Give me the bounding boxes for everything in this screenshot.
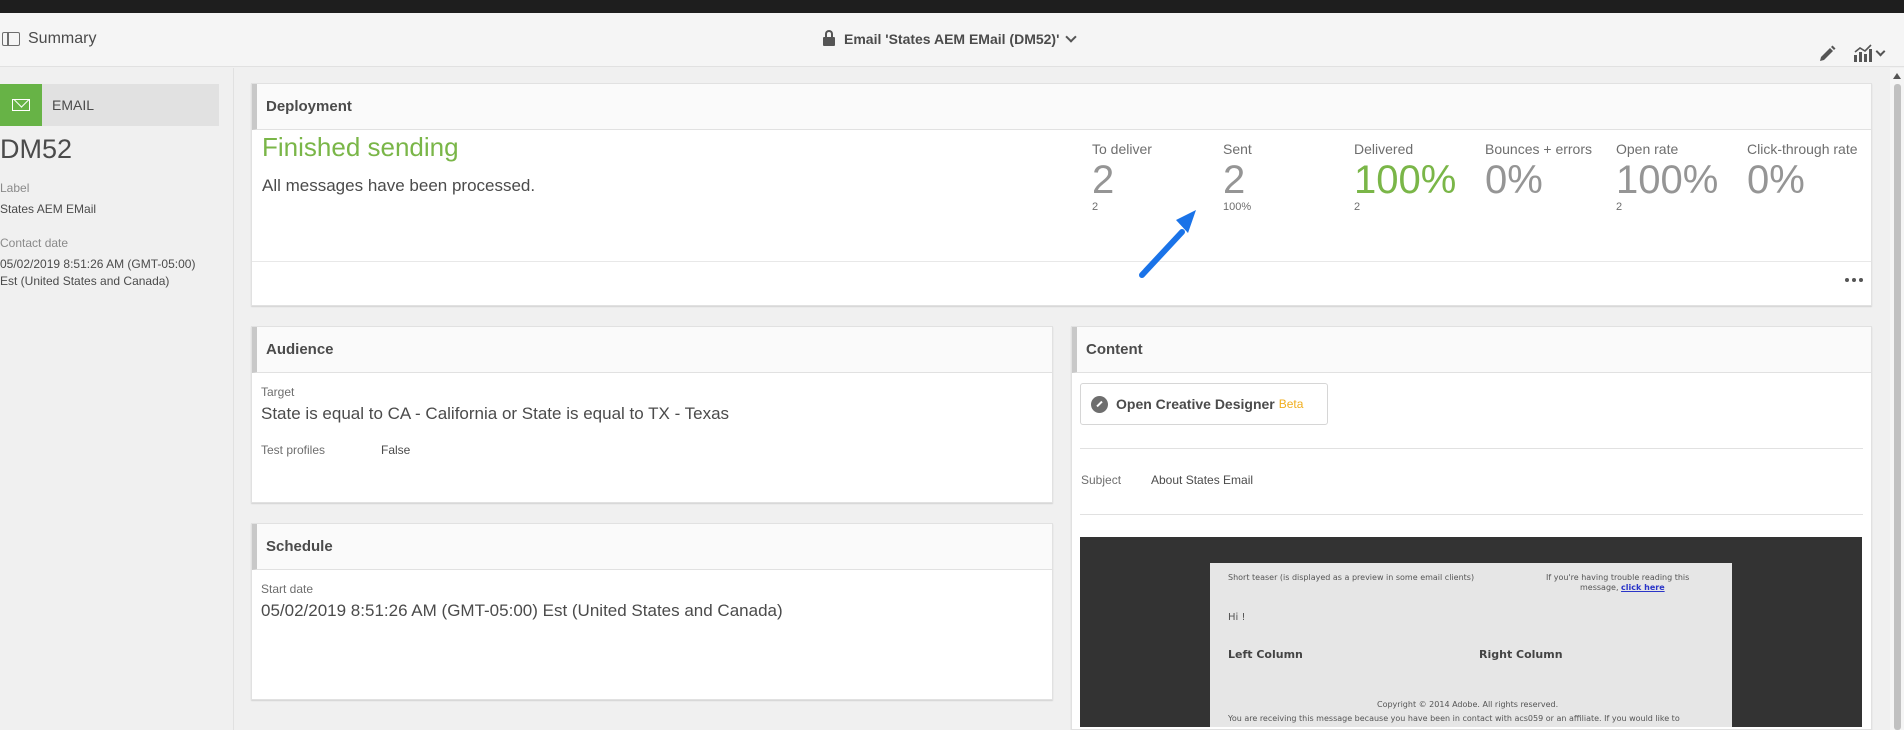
label-caption: Label [0,181,30,195]
preview-left-column: Left Column [1228,648,1303,661]
content-card: Content Open Creative Designer Beta Subj… [1071,326,1872,730]
deployment-status: Finished sending [262,132,459,162]
scroll-up-arrow[interactable] [1893,73,1901,79]
start-date-value: 05/02/2019 8:51:26 AM (GMT-05:00) Est (U… [261,601,783,620]
chevron-down-icon [1065,30,1078,43]
metric-click-through-rate: Click-through rate 0% [1747,141,1872,201]
divider [1080,448,1863,449]
preview-trouble-line-2: message, click here [1580,583,1665,593]
metric-sub: 2 [1616,201,1623,213]
lock-icon [822,30,836,47]
sidebar-panel-icon [2,32,20,46]
audience-title: Audience [252,327,1052,373]
page-title-dropdown[interactable]: Email 'States AEM EMail (DM52)' [822,30,1078,47]
deployment-title: Deployment [252,84,1871,130]
email-preview-page: Short teaser (is displayed as a preview … [1210,563,1732,727]
summary-sidebar: EMAIL DM52 Label States AEM EMail Contac… [0,68,234,730]
channel-badge: EMAIL [0,84,219,126]
content-title: Content [1072,327,1871,373]
metric-label: To deliver [1092,141,1152,157]
metric-label: Sent [1223,141,1252,157]
window-top-bar [0,0,1904,13]
target-value: State is equal to CA - California or Sta… [261,404,730,423]
preview-greeting: Hi ! [1228,612,1246,623]
subject-value: About States Email [1151,473,1254,487]
metric-open-rate: Open rate 100% 2 [1616,141,1741,213]
chart-icon [1854,44,1872,62]
metric-delivered: Delivered 100% 2 [1354,141,1479,213]
edit-icon [1091,395,1108,413]
metric-value: 2 [1092,158,1115,202]
start-date-label: Start date [261,582,314,596]
metric-label: Open rate [1616,141,1679,157]
preview-footer: You are receiving this message because y… [1228,714,1680,723]
audience-card: Audience Target State is equal to CA - C… [251,326,1053,503]
deployment-description: All messages have been processed. [262,176,536,195]
test-profiles-label: Test profiles [261,443,326,457]
beta-badge: Beta [1278,397,1304,411]
deployment-card: Deployment Finished sending All messages… [251,83,1872,306]
preview-right-column: Right Column [1479,648,1563,661]
schedule-title: Schedule [252,524,1052,570]
chevron-down-icon [1875,46,1886,56]
preview-copyright: Copyright © 2014 Adobe. All rights reser… [1377,700,1559,709]
page-title: Email 'States AEM EMail (DM52)' [844,30,1060,47]
preview-trouble-text: message, [1580,583,1619,592]
metric-value: 0% [1747,158,1805,202]
metric-value: 2 [1223,158,1246,202]
annotation-arrow [1139,210,1196,278]
preview-click-here-link[interactable]: click here [1621,583,1665,592]
email-preview: Short teaser (is displayed as a preview … [1080,537,1862,727]
delivery-code: DM52 [0,134,73,164]
metric-value: 100% [1354,158,1457,202]
preview-trouble-line: If you're having trouble reading this [1546,573,1690,582]
metric-sub: 2 [1354,201,1361,213]
target-label: Target [261,385,295,399]
reports-menu[interactable] [1853,44,1886,62]
test-profiles-value: False [381,443,411,457]
open-creative-designer-button[interactable]: Open Creative Designer Beta [1080,383,1328,425]
channel-label: EMAIL [52,97,95,113]
email-icon [0,84,42,126]
subject-label: Subject [1081,473,1122,487]
metric-value: 100% [1616,158,1719,202]
preview-teaser: Short teaser (is displayed as a preview … [1228,573,1475,582]
summary-label: Summary [28,30,97,47]
contact-date-value: 05/02/2019 8:51:26 AM (GMT-05:00) Est (U… [0,257,196,288]
label-value: States AEM EMail [0,202,97,216]
metric-value: 0% [1485,158,1543,202]
deployment-footer [252,261,1871,305]
metric-sub: 100% [1223,201,1252,213]
metric-label: Bounces + errors [1485,141,1592,157]
metric-to-deliver: To deliver 2 2 [1092,141,1217,213]
pencil-icon[interactable] [1817,44,1837,64]
metric-sent: Sent 2 100% [1223,141,1348,213]
schedule-card: Schedule Start date 05/02/2019 8:51:26 A… [251,523,1053,700]
scrollbar-thumb[interactable] [1894,84,1901,730]
designer-button-label: Open Creative Designer [1116,396,1275,412]
summary-toggle[interactable]: Summary [2,30,96,48]
contact-date-caption: Contact date [0,236,69,250]
more-options-icon[interactable] [1845,278,1863,282]
divider [1080,514,1863,515]
metric-label: Delivered [1354,141,1414,157]
metric-bounces-errors: Bounces + errors 0% [1485,141,1610,201]
header-bar: Summary Email 'States AEM EMail (DM52)' [0,13,1904,67]
metric-label: Click-through rate [1747,141,1858,157]
